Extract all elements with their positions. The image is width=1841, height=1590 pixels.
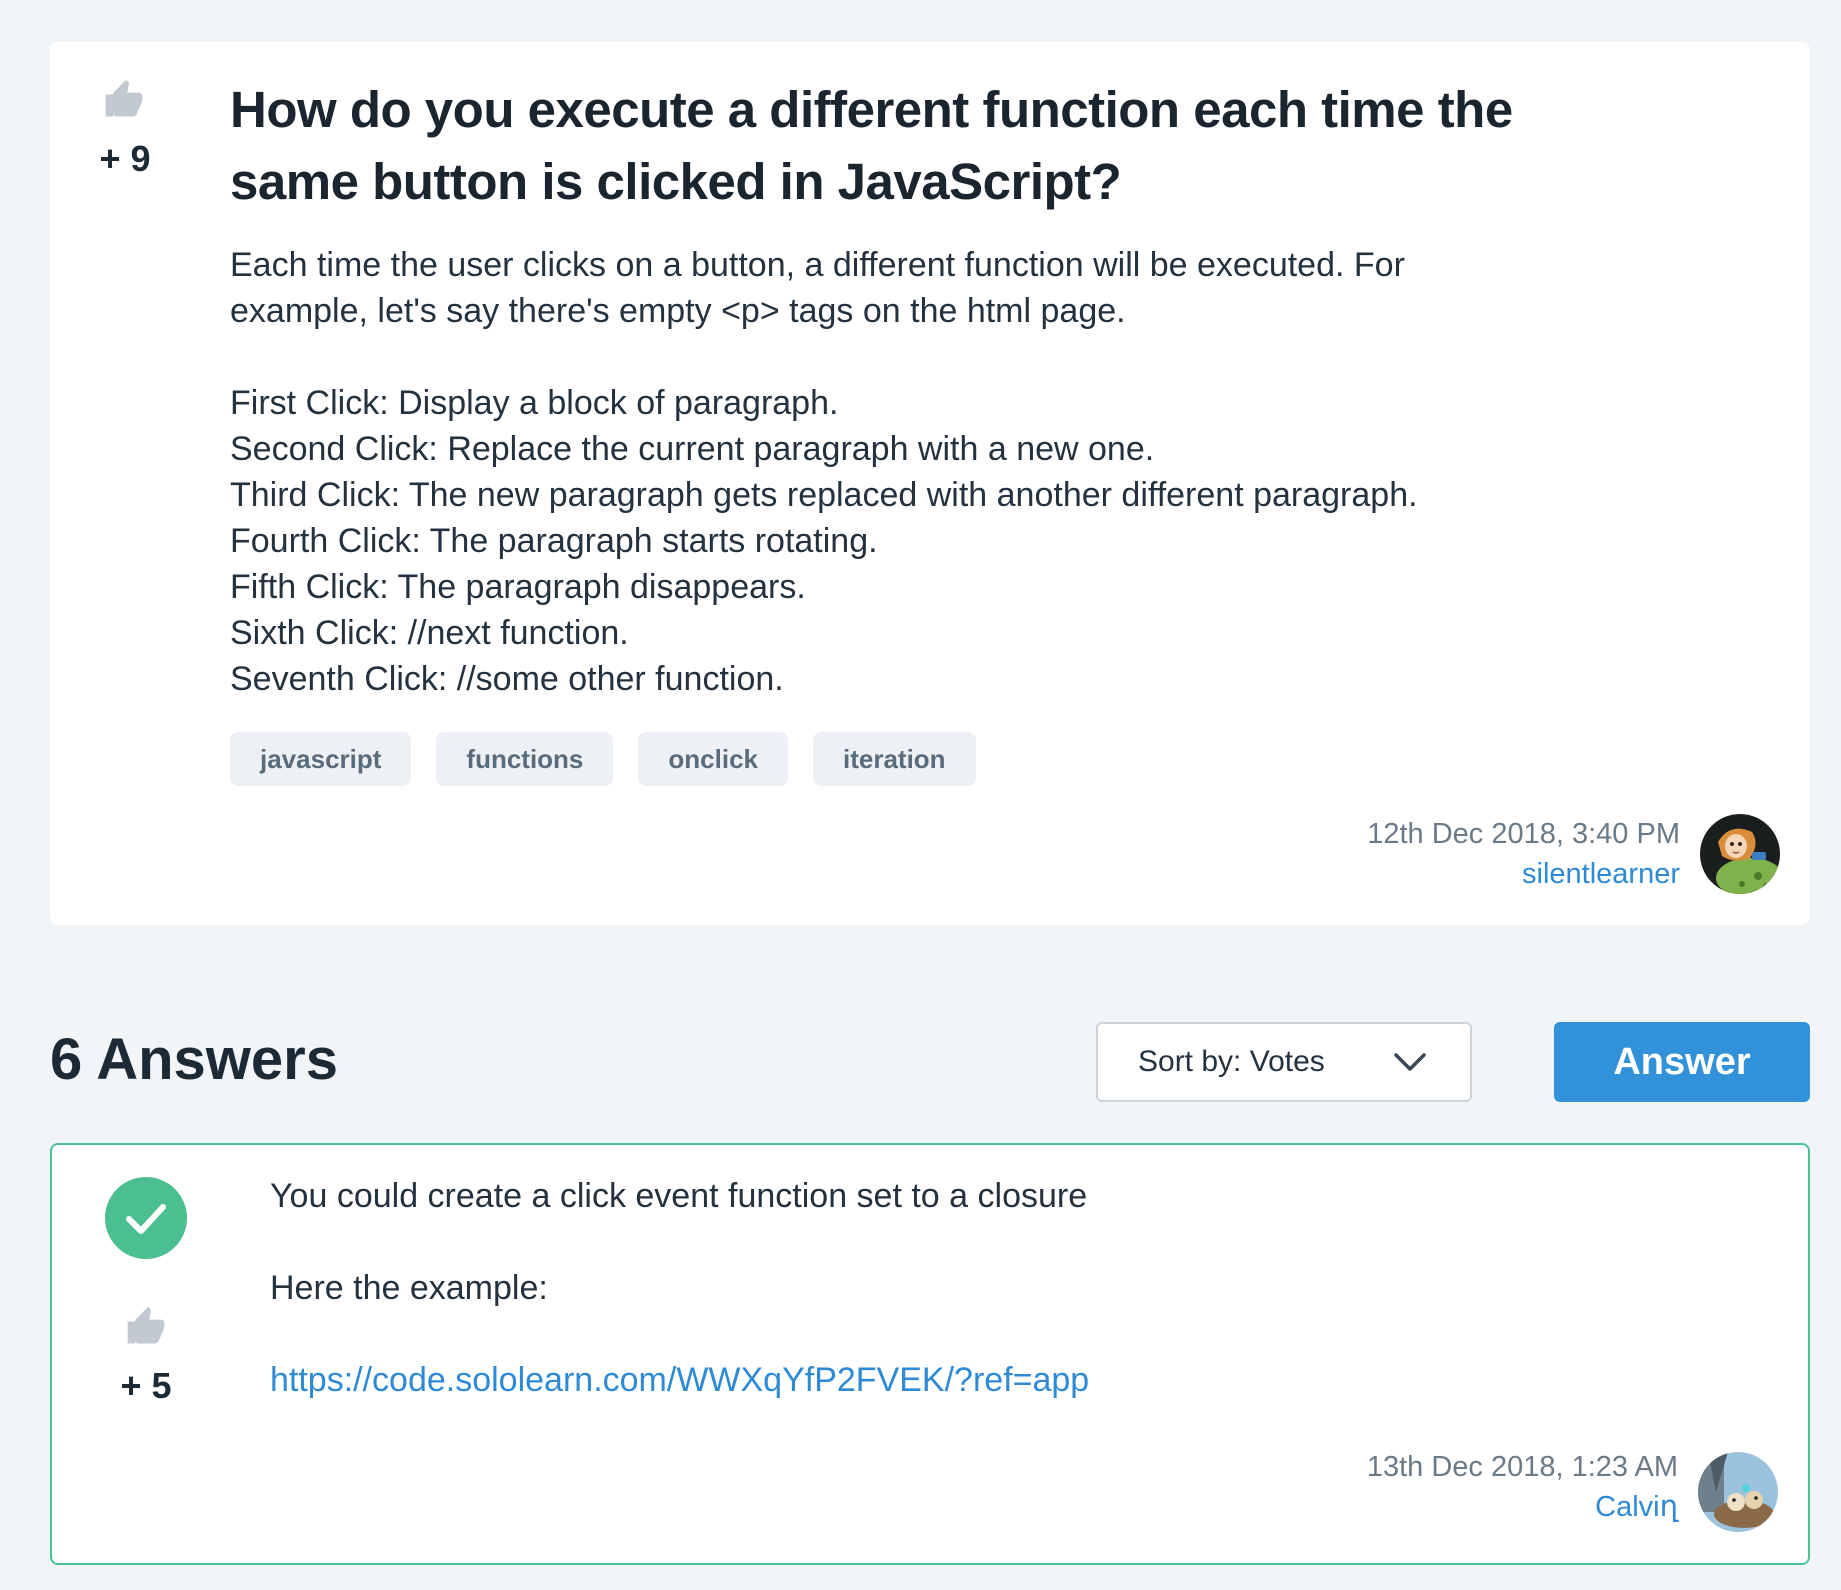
answer-line: You could create a click event function …	[270, 1177, 1088, 1215]
question-date: 12th Dec 2018, 3:40 PM	[1367, 818, 1680, 850]
sort-dropdown[interactable]: Sort by: Votes	[1096, 1022, 1472, 1102]
answer-card: + 5 You could create a click event funct…	[50, 1143, 1810, 1565]
checkmark-icon	[126, 1204, 166, 1234]
body-line: Fourth Click: The paragraph starts rotat…	[230, 522, 878, 560]
avatar-image	[1700, 814, 1780, 894]
sort-dropdown-label: Sort by: Votes	[1138, 1045, 1325, 1078]
answer-author-link[interactable]: Calviղ	[1367, 1487, 1678, 1527]
answer-meta: 13th Dec 2018, 1:23 AM Calviղ	[1367, 1447, 1678, 1527]
body-line: example, let's say there's empty <p> tag…	[230, 292, 1126, 330]
accepted-answer-check-icon	[105, 1177, 187, 1259]
question-body: Each time the user clicks on a button, a…	[230, 242, 1630, 702]
chevron-down-icon	[1394, 1053, 1426, 1071]
body-line: Seventh Click: //some other function.	[230, 660, 784, 698]
answer-date: 13th Dec 2018, 1:23 AM	[1366, 1451, 1678, 1483]
answers-count-heading: 6 Answers	[50, 1027, 338, 1092]
answer-vote-count: + 5	[120, 1365, 172, 1406]
question-card: + 9 How do you execute a different funct…	[50, 42, 1810, 925]
answer-body: You could create a click event function …	[270, 1173, 1670, 1403]
answer-author-avatar[interactable]	[1698, 1452, 1778, 1532]
body-line: Second Click: Replace the current paragr…	[230, 430, 1155, 468]
answer-button[interactable]: Answer	[1554, 1022, 1810, 1102]
thumbs-up-icon[interactable]	[124, 1305, 168, 1349]
tag-onclick[interactable]: onclick	[638, 732, 788, 786]
answer-code-link[interactable]: https://code.sololearn.com/WWXqYfP2FVEK/…	[270, 1361, 1089, 1399]
body-line: Third Click: The new paragraph gets repl…	[230, 476, 1418, 514]
body-line: Sixth Click: //next function.	[230, 614, 629, 652]
question-meta: 12th Dec 2018, 3:40 PM silentlearner	[1367, 814, 1680, 894]
body-line: First Click: Display a block of paragrap…	[230, 384, 839, 422]
tag-javascript[interactable]: javascript	[230, 732, 412, 786]
question-vote-count: + 9	[99, 138, 151, 179]
question-title: How do you execute a different function …	[230, 81, 1513, 210]
avatar-image	[1698, 1452, 1778, 1532]
tag-iteration[interactable]: iteration	[813, 732, 976, 786]
body-line: Each time the user clicks on a button, a…	[230, 246, 1405, 284]
question-author-link[interactable]: silentlearner	[1367, 854, 1680, 894]
thumbs-up-icon[interactable]	[102, 78, 146, 122]
answer-line: Here the example:	[270, 1269, 548, 1307]
tag-functions[interactable]: functions	[436, 732, 614, 786]
body-line: Fifth Click: The paragraph disappears.	[230, 568, 806, 606]
tag-list: javascript functions onclick iteration	[230, 732, 976, 786]
question-author-avatar[interactable]	[1700, 814, 1780, 894]
